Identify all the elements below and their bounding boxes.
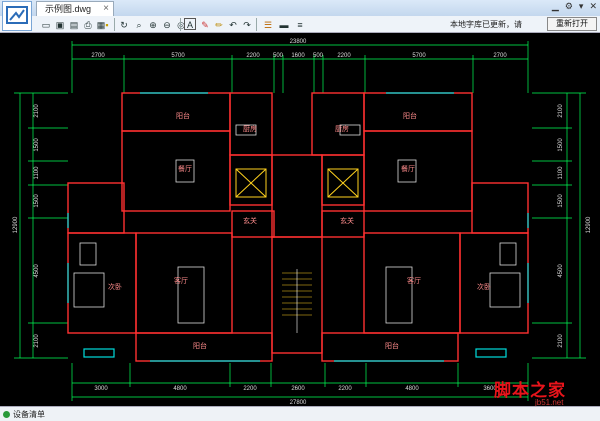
dim-label: 2100: [34, 334, 40, 348]
room-label: 厨房: [243, 124, 257, 133]
left-dimensions: [14, 92, 68, 359]
dim-label: 12900: [586, 216, 592, 233]
dim-label: 2200: [246, 53, 260, 59]
rotate-icon[interactable]: ↻: [118, 18, 130, 30]
elevator-shafts: [235, 168, 359, 198]
dim-label: 5700: [412, 53, 426, 59]
redo-icon[interactable]: ↷: [241, 18, 253, 30]
room-label: 阳台: [176, 111, 190, 120]
status-bar: 设备清单: [0, 406, 600, 421]
minimize-icon[interactable]: ▁: [552, 1, 559, 12]
layer-icon[interactable]: ▬: [278, 18, 290, 30]
room-label: 阳台: [385, 341, 399, 350]
dim-label: 2100: [558, 334, 564, 348]
room-label: 次卧: [477, 282, 491, 291]
toolbar-separator: [256, 18, 257, 31]
room-label: 餐厅: [178, 164, 192, 173]
settings-icon[interactable]: ⚙: [565, 1, 573, 12]
device-list-item[interactable]: 设备清单: [3, 409, 45, 420]
title-bar: 示例图.dwg × ▁ ⚙ ▾ ✕: [0, 0, 600, 16]
dim-label: 1600: [291, 53, 305, 59]
dim-label: 12900: [13, 216, 19, 233]
tab-close-icon[interactable]: ×: [103, 2, 109, 16]
right-dimensions: [532, 92, 586, 359]
dim-label: 2200: [338, 386, 352, 392]
app-logo-icon: [2, 1, 32, 31]
toolbar-separator: [180, 18, 181, 31]
left-dim-labels: 2100 1500 1100 1500 4500 2100 12900: [13, 104, 40, 348]
top-dimensions: [71, 41, 529, 93]
dim-label: 5700: [171, 53, 185, 59]
room-label: 厨房: [335, 124, 349, 133]
dim-label: 2700: [91, 53, 105, 59]
dim-label: 4500: [558, 264, 564, 278]
save-as-icon[interactable]: ▤: [68, 18, 80, 30]
cloud-icon[interactable]: ☰: [262, 18, 274, 30]
pencil-icon[interactable]: ✏: [213, 18, 225, 30]
close-icon[interactable]: ✕: [589, 1, 597, 12]
dim-label: 500: [273, 53, 284, 59]
stairwell: [282, 269, 312, 333]
dim-label: 2100: [34, 104, 40, 118]
layers-icon[interactable]: ≡: [294, 18, 306, 30]
font-update-notice: 本地字库已更新，请: [450, 20, 522, 29]
bottom-dimensions: [71, 363, 529, 401]
dim-label: 4500: [34, 264, 40, 278]
dim-label: 2200: [337, 53, 351, 59]
tab-title: 示例图.dwg: [45, 4, 92, 14]
reopen-button[interactable]: 重新打开: [547, 17, 597, 31]
room-label: 玄关: [243, 216, 257, 225]
room-label: 阳台: [403, 111, 417, 120]
toolbar-separator: [114, 18, 115, 31]
dim-label: 3000: [94, 386, 108, 392]
dim-label: 1500: [34, 138, 40, 152]
dim-label: 2600: [291, 386, 305, 392]
pen-icon[interactable]: ✎: [199, 18, 211, 30]
zoom-out-icon[interactable]: ⊖: [161, 18, 173, 30]
dim-label: 4800: [405, 386, 419, 392]
print-icon[interactable]: ⎙: [82, 18, 94, 30]
dim-label: 2100: [558, 104, 564, 118]
zoom-in-icon[interactable]: ⊕: [147, 18, 159, 30]
room-label: 玄关: [340, 216, 354, 225]
toolbar: ▭ ▣ ▤ ⎙ ▦ ▪ ↻ ⌕ ⊕ ⊖ ◎ A ✎ ✏ ↶ ↷ ☰ ▬ ≡ 本地…: [0, 16, 600, 33]
document-tab[interactable]: 示例图.dwg ×: [36, 1, 115, 16]
dim-label: 500: [313, 53, 324, 59]
floor-plan-walls: [67, 92, 529, 362]
room-labels: 阳台 厨房 厨房 阳台 餐厅 餐厅 玄关 玄关 次卧 客厅 阳台 客厅 阳台 次…: [108, 111, 491, 350]
cad-viewer-window: 示例图.dwg × ▁ ⚙ ▾ ✕ ▭ ▣ ▤ ⎙ ▦ ▪ ↻ ⌕ ⊕ ⊖ ◎ …: [0, 0, 600, 421]
bottom-dim-labels: 3000 4800 2200 2600 2200 4800 3600 27800: [94, 386, 497, 406]
room-label: 次卧: [108, 282, 122, 291]
dim-label: 1100: [34, 166, 40, 180]
folder-open-icon[interactable]: ▭: [40, 18, 52, 30]
dim-label: 1500: [558, 138, 564, 152]
dim-label: 1100: [558, 166, 564, 180]
drawing-canvas[interactable]: 23800 2700 5700 2200 500 1600 500 2200 5…: [0, 33, 600, 407]
window-controls: ▁ ⚙ ▾ ✕: [552, 1, 597, 12]
right-dim-labels: 2100 1500 1100 1500 4500 2100 12900: [558, 104, 592, 348]
dropdown-icon[interactable]: ▾: [579, 1, 584, 12]
zoom-icon[interactable]: ⌕: [133, 18, 145, 30]
dim-label: 4800: [173, 386, 187, 392]
dim-label: 1500: [558, 194, 564, 208]
lock-icon[interactable]: ▪: [101, 18, 113, 30]
status-label: 设备清单: [13, 410, 45, 419]
dim-top-total: 23800: [290, 39, 307, 45]
room-label: 餐厅: [401, 164, 415, 173]
save-icon[interactable]: ▣: [54, 18, 66, 30]
room-label: 阳台: [193, 341, 207, 350]
dim-label: 2200: [243, 386, 257, 392]
room-label: 客厅: [174, 276, 188, 285]
text-icon[interactable]: A: [184, 18, 196, 30]
status-dot-icon: [3, 411, 10, 418]
top-dim-labels: 2700 5700 2200 500 1600 500 2200 5700 27…: [91, 53, 507, 59]
dim-label: 2700: [493, 53, 507, 59]
windows: [67, 92, 529, 362]
room-label: 客厅: [407, 276, 421, 285]
dim-label: 1500: [34, 194, 40, 208]
undo-icon[interactable]: ↶: [227, 18, 239, 30]
